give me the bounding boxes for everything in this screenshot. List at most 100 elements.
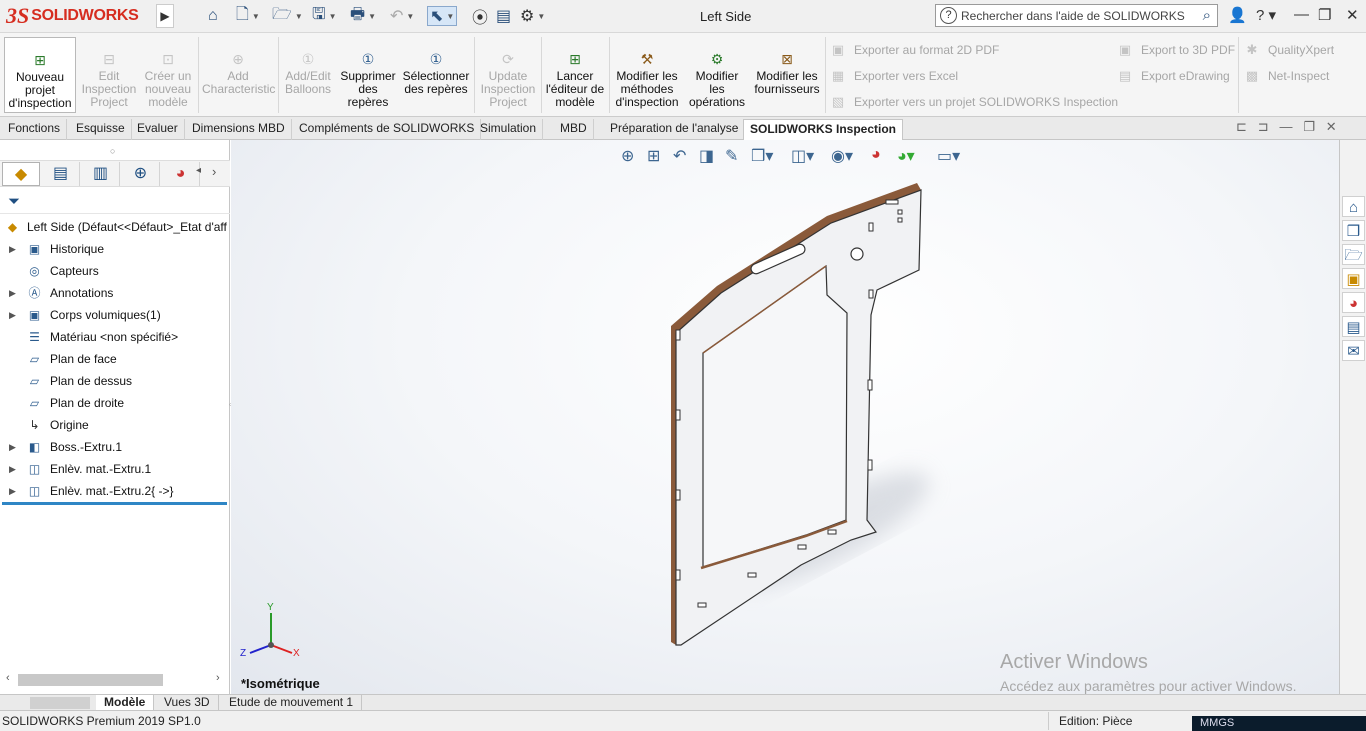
edit-inspection-project-button[interactable]: ⊟ Edit Inspection Project [80,37,138,113]
unit-system-selector[interactable]: MMGS [1192,716,1366,731]
expand-arrow-icon[interactable]: ▶ [9,437,16,458]
tab-evaluer[interactable]: Evaluer [131,119,185,140]
tree-item-plan-dessus[interactable]: ▱ Plan de dessus [0,371,230,392]
tree-item-enlev-extru-2[interactable]: ▶ ◫ Enlèv. mat.-Extru.2{ ->} [0,481,230,502]
tab-solidworks-inspection[interactable]: SOLIDWORKS Inspection [743,119,904,140]
close-window-icon[interactable]: ✕ [1346,6,1359,24]
open-folder-icon[interactable]: 🗁 ▼ [272,6,303,26]
edit-project-icon: ⊟ [103,51,115,67]
tab-preparation-analyse[interactable]: Préparation de l'analyse [604,119,746,140]
export-excel-button[interactable]: ▦ Exporter vers Excel [830,67,958,85]
new-template-button[interactable]: ⊡ Créer un nouveau modèle [142,37,194,113]
select-balloons-button[interactable]: ① Sélectionner des repères [402,37,470,113]
part-model[interactable] [231,140,1339,694]
tree-item-historique[interactable]: ▶ ▣ Historique [0,239,230,260]
tree-item-plan-droite[interactable]: ▱ Plan de droite [0,393,230,414]
minimize-window-icon[interactable]: — [1294,6,1309,23]
edit-inspection-methods-button[interactable]: ⚒ Modifier les méthodes d'inspection [613,37,681,113]
help-menu-icon[interactable]: ? ▾ [1256,6,1276,24]
tab-dimensions-mbd[interactable]: Dimensions MBD [186,119,292,140]
tree-item-materiau[interactable]: ☰ Matériau <non spécifié> [0,327,230,348]
design-library-icon[interactable]: ❒ [1342,220,1365,241]
home-icon[interactable]: ⌂ [208,6,218,26]
feature-manager-tab-icon[interactable]: ◆ [2,162,40,186]
extrude-boss-icon: ◧ [28,440,41,454]
expand-arrow-icon[interactable]: ▶ [9,283,16,304]
tree-item-boss-extru-1[interactable]: ▶ ◧ Boss.-Extru.1 [0,437,230,458]
tab-vues-3d[interactable]: Vues 3D [156,695,219,711]
new-inspection-project-button[interactable]: ⊞ Nouveau projet d'inspection [4,37,76,113]
export-sw-inspection-button[interactable]: ▧ Exporter vers un projet SOLIDWORKS Insp… [830,93,1118,111]
tab-complements[interactable]: Compléments de SOLIDWORKS [293,119,482,140]
new-document-icon[interactable]: 🗋 ▼ [236,6,260,26]
tab-navigation-arrows[interactable] [30,697,90,709]
tabs-scroll-right-icon[interactable]: › [212,164,216,179]
tree-horizontal-scrollbar[interactable]: ‹ › [0,672,228,688]
export-3d-pdf-button[interactable]: ▣ Export to 3D PDF [1117,41,1235,59]
update-inspection-project-button[interactable]: ⟳ Update Inspection Project [478,37,538,113]
tree-item-origine[interactable]: ↳ Origine [0,415,230,436]
save-icon[interactable]: 🖫 ▼ [312,6,337,26]
launch-template-editor-button[interactable]: ⊞ Lancer l'éditeur de modèle [545,37,605,113]
net-inspect-button[interactable]: ▩ Net-Inspect [1244,67,1330,85]
solidworks-resources-home-icon[interactable]: ⌂ [1342,196,1365,217]
property-manager-tab-icon[interactable]: ▤ [42,162,80,186]
display-manager-tab-icon[interactable]: ◕ [162,162,200,186]
export-2d-pdf-button[interactable]: ▣ Exporter au format 2D PDF [830,41,1000,59]
add-characteristic-button[interactable]: ⊕ Add Characteristic [202,37,275,113]
tab-etude-mouvement[interactable]: Etude de mouvement 1 [221,695,363,711]
tree-item-capteurs[interactable]: ◎ Capteurs [0,261,230,282]
tabs-scroll-left-icon[interactable]: ◂ [196,165,201,176]
select-cursor-icon[interactable]: ⬉ ▼ [427,6,458,26]
dimxpert-manager-tab-icon[interactable]: ⊕ [122,162,160,186]
scroll-right-icon[interactable]: › [216,672,220,684]
menu-expand-arrow-icon[interactable]: ▶ [156,4,174,28]
expand-arrow-icon[interactable]: ▶ [9,481,16,502]
scroll-left-icon[interactable]: ‹ [6,672,10,684]
tree-item-enlev-extru-1[interactable]: ▶ ◫ Enlèv. mat.-Extru.1 [0,459,230,480]
tree-item-plan-face[interactable]: ▱ Plan de face [0,349,230,370]
panel-splitter-handle-icon[interactable]: ○ [110,146,115,156]
file-properties-icon[interactable]: ▤ [496,6,511,26]
edit-vendors-button[interactable]: ⊠ Modifier les fournisseurs [752,37,822,113]
restore-window-icon[interactable]: ❐ [1318,6,1331,24]
options-gear-icon[interactable]: ⚙ ▼ [520,6,545,26]
print-icon[interactable]: 🖶 ▼ [350,6,376,26]
qualityxpert-button[interactable]: ✱ QualityXpert [1244,41,1334,59]
graphics-area[interactable]: ⊕ ⊞ ↶ ◨ ✎ ❒▾ ◫▾ ◉▾ ◕ ◕▾ ▭▾ Y X Z *Isomét… [231,140,1339,694]
tab-modele[interactable]: Modèle [96,695,155,711]
rebuild-traffic-light-icon[interactable]: ⦿ [472,6,488,27]
search-input[interactable]: Rechercher dans l'aide de SOLIDWORKS [961,9,1203,23]
tree-item-annotations[interactable]: ▶ Ⓐ Annotations [0,283,230,304]
view-palette-icon[interactable]: ▣ [1342,268,1365,289]
edit-operations-button[interactable]: ⚙ Modifier les opérations [687,37,747,113]
tab-esquisse[interactable]: Esquisse [70,119,132,140]
expand-arrow-icon[interactable]: ▶ [9,239,16,260]
undo-icon[interactable]: ↶ ▼ [390,6,414,26]
filter-funnel-icon[interactable]: ⏷ [8,193,20,210]
scrollbar-thumb[interactable] [18,674,163,686]
export-edrawing-button[interactable]: ▤ Export eDrawing [1117,67,1230,85]
button-label: Exporter au format 2D PDF [854,43,1000,57]
appearances-scenes-icon[interactable]: ◕ [1342,292,1365,313]
status-bar: SOLIDWORKS Premium 2019 SP1.0 Edition: P… [0,710,1366,731]
delete-balloons-button[interactable]: ① Supprimer des repères [338,37,398,113]
tab-simulation[interactable]: Simulation [474,119,544,140]
expand-arrow-icon[interactable]: ▶ [9,459,16,480]
solidworks-forum-icon[interactable]: ✉ [1342,340,1365,361]
tree-item-corps-volumiques[interactable]: ▶ ▣ Corps volumiques(1) [0,305,230,326]
tab-mbd[interactable]: MBD [554,119,594,140]
add-edit-balloons-button[interactable]: ① Add/Edit Balloons [282,37,334,113]
tab-fonctions[interactable]: Fonctions [2,119,68,140]
help-search-box[interactable]: ? Rechercher dans l'aide de SOLIDWORKS ⌕ [935,4,1218,27]
user-icon[interactable]: 👤 [1228,6,1247,24]
rollback-bar[interactable] [2,502,227,505]
solidworks-logo[interactable]: 3S SOLIDWORKS [6,2,151,30]
configuration-manager-tab-icon[interactable]: ▥ [82,162,120,186]
viewport-window-controls[interactable]: ⊏ ⊐ — ❐ ✕ [1236,119,1337,135]
search-icon[interactable]: ⌕ [1203,7,1211,24]
file-explorer-icon[interactable]: 🗁 [1342,244,1365,265]
custom-properties-icon[interactable]: ▤ [1342,316,1365,337]
expand-arrow-icon[interactable]: ▶ [9,305,16,326]
tree-root-part[interactable]: ◆ Left Side (Défaut<<Défaut>_Etat d'aff [0,217,230,238]
